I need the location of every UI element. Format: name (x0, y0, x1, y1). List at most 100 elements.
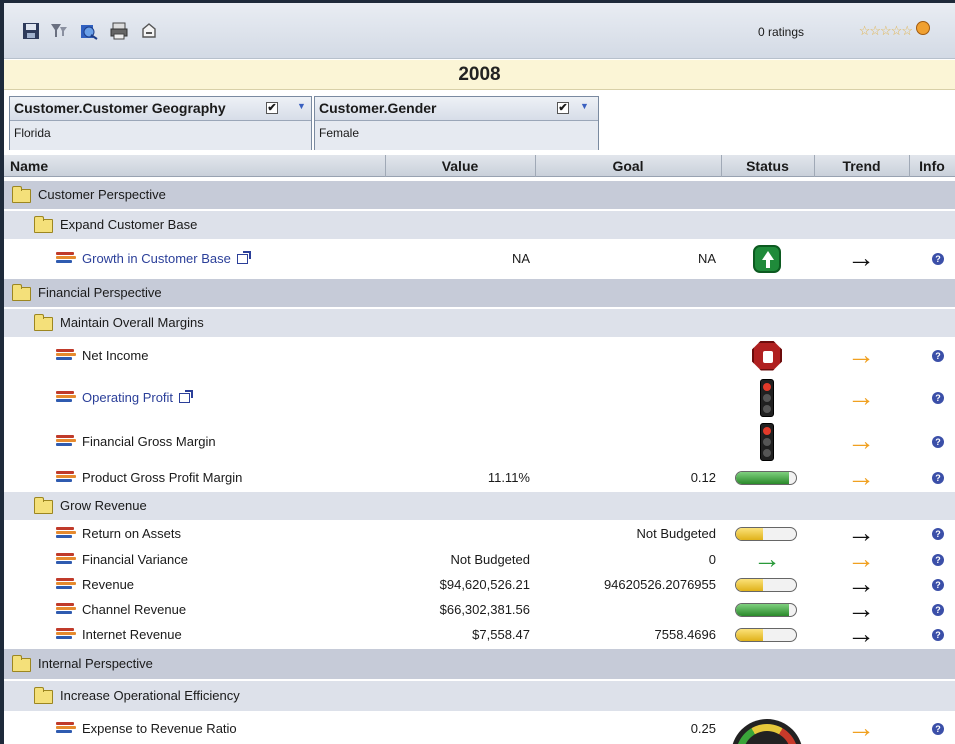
kpi-value: NA (511, 251, 530, 266)
kpi-value: 11.11% (487, 470, 530, 485)
folder-icon (34, 216, 53, 233)
kpi-icon (56, 577, 76, 591)
filter-customer-gender[interactable]: Customer.Gender ✔ ▼ Female (314, 96, 599, 150)
trend-arrow-icon: → (847, 617, 875, 649)
kpi-name[interactable]: Operating Profit (82, 389, 194, 405)
kpi-name-text: Product Gross Profit Margin (82, 470, 243, 485)
info-icon[interactable]: ? (932, 553, 944, 566)
perspective-row[interactable]: Customer Perspective (4, 181, 955, 209)
info-icon[interactable]: ? (932, 603, 944, 616)
kpi-icon (56, 348, 76, 362)
info-icon[interactable]: ? (932, 722, 944, 735)
kpi-name-text: Channel Revenue (82, 601, 187, 617)
info-icon[interactable]: ? (932, 253, 944, 265)
folder-icon (12, 655, 31, 672)
speedometer-icon (731, 718, 803, 744)
kpi-name: Expense to Revenue Ratio (82, 721, 237, 736)
filter-title: Customer.Customer Geography ✔ ▼ (10, 97, 311, 121)
kpi-value: Not Budgeted (450, 551, 530, 567)
save-icon[interactable] (20, 21, 42, 41)
kpi-name: Financial Gross Margin (82, 434, 216, 449)
external-link-icon[interactable] (236, 251, 251, 264)
objective-row[interactable]: Expand Customer Base (4, 211, 955, 239)
kpi-name-text: Financial Gross Margin (82, 434, 216, 449)
column-status[interactable]: Status (721, 158, 814, 174)
folder-icon (12, 284, 31, 301)
toolbar: ☆☆☆☆☆ 0 ratings (4, 3, 955, 59)
gauge-bar-icon (735, 471, 797, 485)
column-goal[interactable]: Goal (535, 158, 721, 174)
row-label: Maintain Overall Margins (60, 315, 204, 330)
kpi-icon (56, 527, 76, 540)
trend-arrow-icon: → (847, 542, 875, 574)
objective-row[interactable]: Increase Operational Efficiency (4, 681, 955, 711)
print-icon[interactable] (108, 21, 130, 41)
info-icon[interactable]: ? (932, 578, 944, 591)
perspective-row[interactable]: Financial Perspective (4, 279, 955, 307)
objective-row[interactable]: Maintain Overall Margins (4, 309, 955, 337)
year-label: 2008 (458, 64, 501, 85)
row-label: Expand Customer Base (60, 217, 198, 232)
trend-arrow-icon: → (847, 425, 875, 456)
kpi-icon (56, 390, 76, 404)
kpi-name-text: Expense to Revenue Ratio (82, 720, 237, 736)
traffic-light-icon (760, 423, 774, 461)
kpi-goal: 0.25 (690, 720, 716, 736)
kpi-name-text: Financial Variance (82, 551, 188, 567)
objective-row[interactable]: Grow Revenue (4, 492, 955, 520)
kpi-row: Net Income →? (4, 339, 955, 372)
trend-arrow-icon: → (847, 517, 875, 548)
info-icon[interactable]: ? (932, 436, 944, 448)
kpi-row: Growth in Customer Base NA NA →? (4, 241, 955, 277)
filter-checkbox[interactable]: ✔ (266, 102, 278, 114)
chevron-down-icon[interactable]: ▼ (580, 101, 589, 111)
column-trend[interactable]: Trend (814, 158, 909, 174)
kpi-name[interactable]: Growth in Customer Base (82, 251, 251, 266)
row-label: Increase Operational Efficiency (60, 688, 240, 703)
trend-arrow-icon: → (847, 567, 875, 599)
info-icon[interactable]: ? (932, 528, 944, 540)
kpi-value: $66,302,381.56 (439, 601, 530, 617)
info-icon[interactable]: ? (932, 391, 944, 404)
trend-arrow-icon: → (847, 380, 875, 412)
kpi-goal: 0 (708, 551, 716, 567)
info-icon[interactable]: ? (932, 349, 944, 362)
column-info[interactable]: Info (909, 158, 955, 174)
column-name[interactable]: Name (10, 158, 48, 174)
bookmark-icon[interactable] (138, 21, 160, 41)
kpi-name: Revenue (82, 577, 134, 592)
folder-icon (34, 497, 53, 514)
kpi-name: Return on Assets (82, 526, 181, 541)
kpi-row: Revenue $94,620,526.21 94620526.2076955 →? (4, 567, 955, 599)
trend-arrow-icon: → (847, 711, 875, 743)
filter-icon[interactable] (48, 21, 70, 41)
kpi-name-text[interactable]: Operating Profit (82, 390, 173, 405)
kpi-row: Channel Revenue $66,302,381.56 →? (4, 592, 955, 624)
table-header: Name Value Goal Status Trend Info (4, 155, 955, 177)
filter-customer-geography[interactable]: Customer.Customer Geography ✔ ▼ Florida (9, 96, 312, 150)
filter-title-text: Customer.Gender (319, 100, 437, 116)
kpi-goal: 7558.4696 (654, 626, 716, 642)
year-header: 2008 (4, 60, 955, 90)
kpi-row: Return on Assets Not Budgeted →? (4, 517, 955, 548)
column-value[interactable]: Value (385, 158, 535, 174)
info-icon[interactable]: ? (932, 628, 944, 641)
external-link-icon[interactable] (179, 389, 194, 403)
filter-checkbox[interactable]: ✔ (557, 102, 569, 114)
info-icon[interactable]: ? (932, 472, 944, 484)
trend-arrow-icon: → (847, 592, 875, 624)
trend-arrow-icon: → (847, 338, 875, 370)
kpi-name-text: Revenue (82, 576, 135, 592)
perspective-row[interactable]: Internal Perspective (4, 649, 955, 679)
filter-value: Female (315, 121, 598, 150)
kpi-goal: 0.12 (690, 470, 716, 485)
chevron-down-icon[interactable]: ▼ (297, 101, 306, 111)
rate-icon[interactable] (916, 21, 930, 35)
folder-icon (34, 314, 53, 331)
trend-arrow-icon: → (847, 461, 875, 492)
kpi-value: $7,558.47 (472, 626, 530, 642)
kpi-goal: 94620526.2076955 (603, 576, 716, 592)
export-icon[interactable] (78, 21, 100, 41)
kpi-name-text[interactable]: Growth in Customer Base (82, 251, 231, 266)
rating-stars-icon[interactable]: ☆☆☆☆☆ (859, 23, 913, 39)
